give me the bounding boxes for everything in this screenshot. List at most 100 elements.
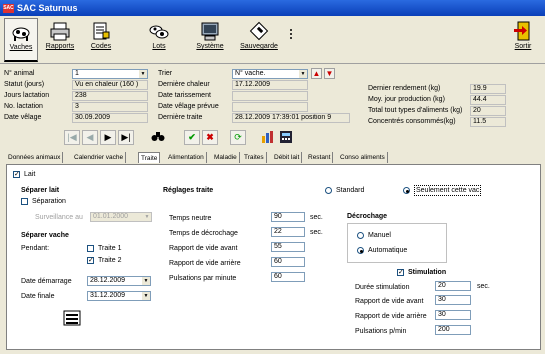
jours-lactation-value: 238 bbox=[72, 91, 148, 101]
tab-donnees-animaux[interactable]: Données animaux bbox=[6, 152, 64, 163]
derniere-chaleur-label: Dernière chaleur bbox=[158, 81, 210, 88]
tab-alimentation[interactable]: Alimentation bbox=[166, 152, 207, 163]
date-tarissement-value bbox=[232, 91, 308, 101]
more-icon bbox=[290, 29, 292, 39]
sort-up-button[interactable]: ▲ bbox=[311, 68, 322, 79]
binoculars-icon bbox=[151, 132, 165, 141]
bar-chart-icon bbox=[262, 131, 273, 143]
lots-label: Lots bbox=[152, 43, 166, 50]
automatique-radio[interactable] bbox=[357, 247, 364, 254]
pulsations-input[interactable]: 60 bbox=[271, 272, 305, 282]
chevron-down-icon: ▼ bbox=[142, 277, 150, 285]
tab-conso-aliments[interactable]: Conso aliments bbox=[338, 152, 388, 163]
stim-avant-input[interactable]: 30 bbox=[435, 295, 471, 305]
lait-label: Lait bbox=[24, 171, 36, 178]
find-button[interactable] bbox=[150, 130, 166, 145]
rapport-avant-input[interactable]: 55 bbox=[271, 242, 305, 252]
date-finale-value: 31.12.2009 bbox=[90, 292, 126, 299]
sortir-label: Sortir bbox=[514, 43, 532, 50]
rapports-button[interactable]: Rapports bbox=[40, 18, 80, 62]
duree-stim-input[interactable]: 20 bbox=[435, 281, 471, 291]
window-title: SAC Saturnus bbox=[17, 3, 78, 13]
codes-button[interactable]: Codes bbox=[84, 18, 118, 62]
chevron-down-icon: ▼ bbox=[143, 213, 151, 221]
prev-record-button[interactable]: ◀ bbox=[82, 130, 98, 145]
tab-traites[interactable]: Traites bbox=[242, 152, 267, 163]
n-animal-combo[interactable]: 1 ▼ bbox=[72, 69, 148, 79]
arrow-up-icon: ▲ bbox=[312, 69, 321, 78]
first-record-button[interactable]: |◀ bbox=[64, 130, 80, 145]
separer-lait-title: Séparer lait bbox=[21, 187, 60, 194]
standard-radio[interactable] bbox=[325, 187, 332, 194]
sauvegarde-label: Sauvegarde bbox=[240, 43, 278, 50]
n-animal-label: N° animal bbox=[4, 70, 35, 77]
tab-restant[interactable]: Restant bbox=[306, 152, 334, 163]
chevron-down-icon: ▼ bbox=[139, 70, 147, 78]
chevron-down-icon: ▼ bbox=[299, 70, 307, 78]
temps-neutre-input[interactable]: 90 bbox=[271, 212, 305, 222]
trier-label: Trier bbox=[158, 70, 173, 77]
stimulation-checkbox[interactable]: ✓ bbox=[397, 269, 404, 276]
tab-label: Données animaux bbox=[8, 154, 61, 161]
sec-unit: sec. bbox=[477, 283, 490, 290]
last-record-button[interactable]: ▶| bbox=[118, 130, 134, 145]
tab-label: Conso aliments bbox=[340, 154, 385, 161]
surveillance-date-value: 01.01.2000 bbox=[93, 213, 129, 220]
tab-label: Restant bbox=[308, 154, 331, 161]
codes-label: Codes bbox=[90, 43, 112, 50]
tab-calendrier-vache[interactable]: Calendrier vache bbox=[72, 152, 127, 163]
record-navigator: |◀ ◀ ▶ ▶| ✔ ✖ ⟳ bbox=[0, 126, 545, 148]
graph-button[interactable] bbox=[260, 130, 276, 145]
first-icon: |◀ bbox=[67, 132, 77, 142]
tab-traite[interactable]: Traite bbox=[138, 152, 161, 163]
toolbar-overflow-button[interactable] bbox=[288, 26, 294, 42]
cow-stall-button[interactable] bbox=[63, 310, 81, 326]
tab-maladie[interactable]: Maladie bbox=[212, 152, 240, 163]
sort-down-button[interactable]: ▼ bbox=[324, 68, 335, 79]
statut-value: Vu en chaleur (160 ) bbox=[72, 80, 148, 90]
calculator-button[interactable] bbox=[278, 130, 294, 145]
systeme-button[interactable]: Système bbox=[190, 18, 230, 62]
stim-arriere-input[interactable]: 30 bbox=[435, 310, 471, 320]
system-icon bbox=[201, 22, 219, 41]
rapport-arriere-input[interactable]: 60 bbox=[271, 257, 305, 267]
derniere-traite-value: 28.12.2009 17:39:01 position 9 bbox=[232, 113, 350, 123]
temps-decrochage-input[interactable]: 22 bbox=[271, 227, 305, 237]
next-record-button[interactable]: ▶ bbox=[100, 130, 116, 145]
next-icon: ▶ bbox=[104, 132, 112, 142]
date-finale-combo[interactable]: 31.12.2009 ▼ bbox=[87, 291, 151, 301]
confirm-button[interactable]: ✔ bbox=[184, 130, 200, 145]
seulement-radio[interactable] bbox=[403, 187, 410, 194]
tab-label: Traites bbox=[244, 154, 264, 161]
stim-avant-label: Rapport de vide avant bbox=[355, 298, 424, 305]
cross-icon: ✖ bbox=[206, 132, 214, 142]
traite1-checkbox[interactable] bbox=[87, 245, 94, 252]
tab-label: Débit lait bbox=[274, 154, 300, 161]
decrochage-group bbox=[347, 223, 447, 263]
trier-combo[interactable]: N° vache. ▼ bbox=[232, 69, 308, 79]
rapport-arriere-label: Rapport de vide arrière bbox=[169, 260, 241, 267]
rapports-label: Rapports bbox=[45, 43, 75, 50]
chevron-down-icon: ▼ bbox=[142, 292, 150, 300]
refresh-button[interactable]: ⟳ bbox=[230, 130, 246, 145]
lait-checkbox[interactable]: ✓ bbox=[13, 171, 20, 178]
cancel-button[interactable]: ✖ bbox=[202, 130, 218, 145]
tab-label: Alimentation bbox=[168, 154, 204, 161]
sauvegarde-button[interactable]: Sauvegarde bbox=[232, 18, 286, 62]
lots-button[interactable]: Lots bbox=[144, 18, 174, 62]
surveillance-label: Surveillance au bbox=[35, 214, 83, 221]
no-lactation-label: No. lactation bbox=[4, 103, 43, 110]
trier-value: N° vache. bbox=[235, 70, 266, 77]
derniere-chaleur-value: 17.12.2009 bbox=[232, 80, 308, 90]
traite2-checkbox[interactable]: ✓ bbox=[87, 257, 94, 264]
separation-checkbox[interactable] bbox=[21, 198, 28, 205]
printer-icon bbox=[50, 22, 70, 41]
surveillance-date-combo[interactable]: 01.01.2000 ▼ bbox=[90, 212, 152, 222]
jours-lactation-label: Jours lactation bbox=[4, 92, 50, 99]
vaches-button[interactable]: Vaches bbox=[4, 18, 38, 62]
pulsations-pmin-input[interactable]: 200 bbox=[435, 325, 471, 335]
manuel-radio[interactable] bbox=[357, 232, 364, 239]
tab-debit-lait[interactable]: Débit lait bbox=[272, 152, 303, 163]
sortir-button[interactable]: Sortir bbox=[508, 18, 538, 62]
date-demarrage-combo[interactable]: 28.12.2009 ▼ bbox=[87, 276, 151, 286]
